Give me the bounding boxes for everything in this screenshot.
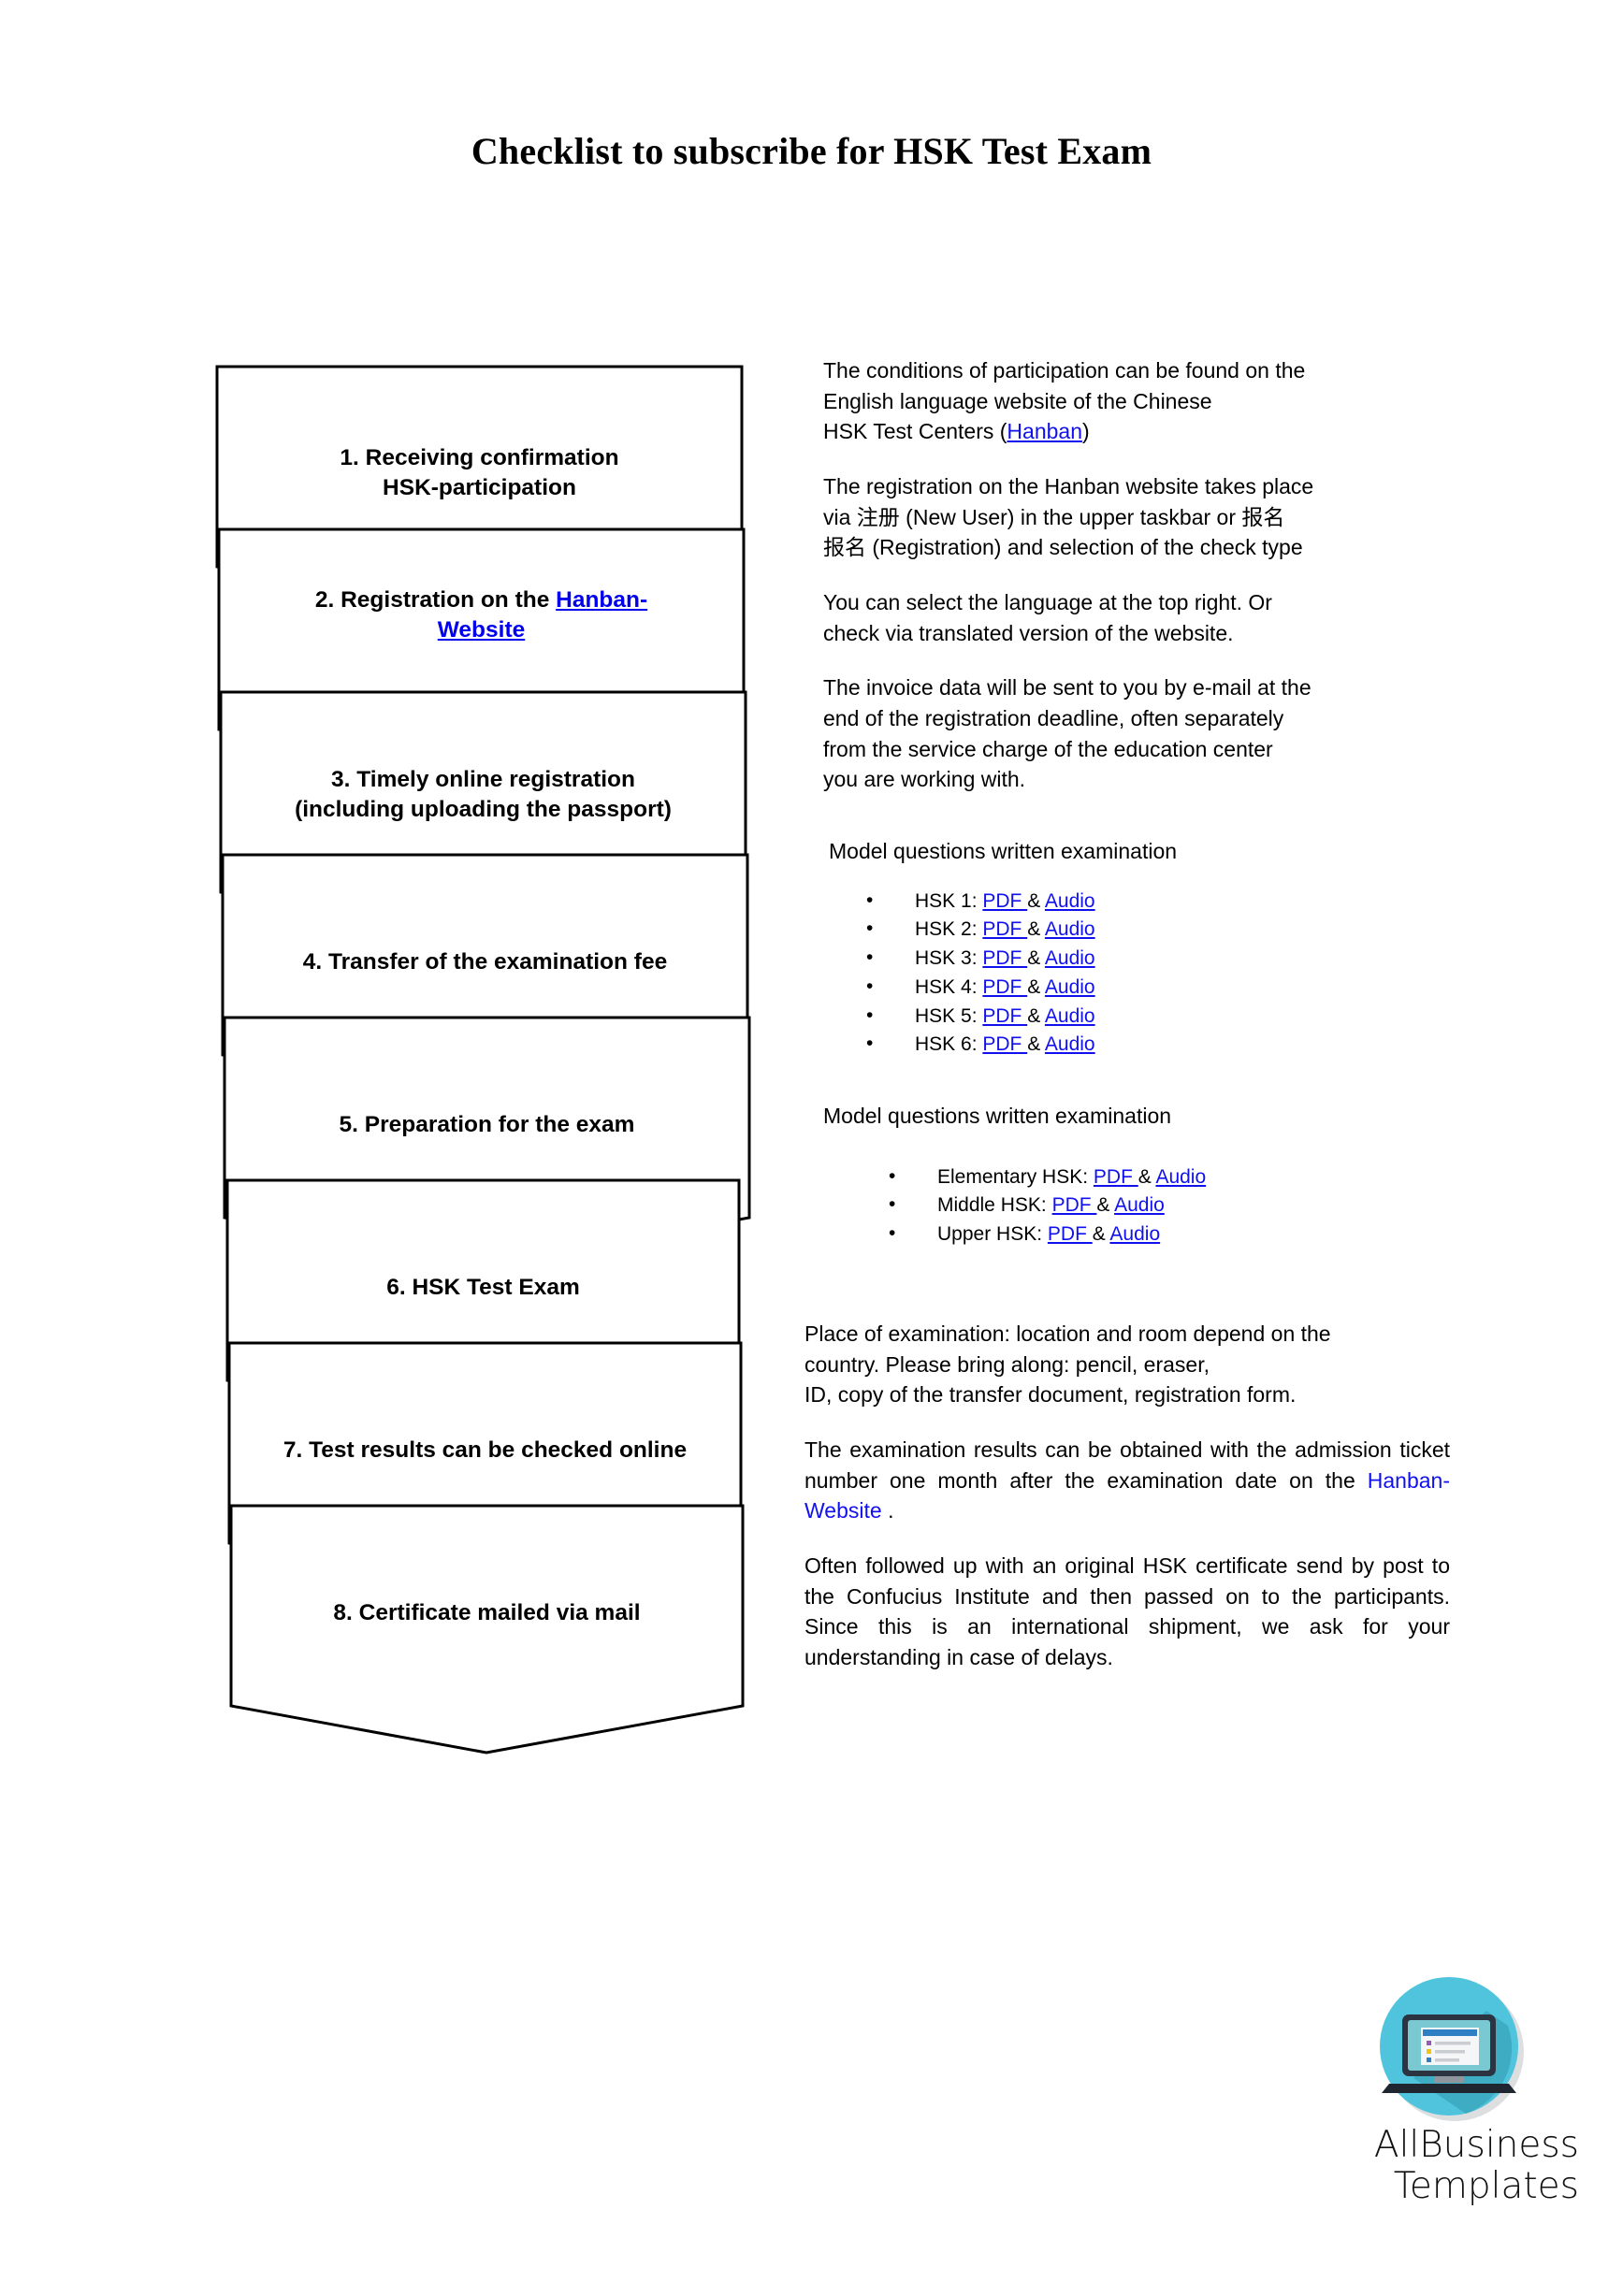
hsk-levels-list: HSK 1: PDF & Audio HSK 2: PDF & Audio HS… [823,887,1450,1061]
paragraph-registration: The registration on the Hanban website t… [823,471,1450,563]
hsk-level-label: HSK 4: [915,975,978,998]
ampersand: & [1096,1194,1115,1217]
paragraph-conditions-l1: The conditions of participation can be f… [823,358,1306,383]
paragraph-invoice-l4: you are working with. [823,767,1026,792]
pdf-link[interactable]: PDF [1094,1166,1138,1188]
paragraph-registration-l1: The registration on the Hanban website t… [823,473,1314,498]
ampersand: & [1138,1165,1156,1188]
hsk-tier-label: Elementary HSK: [937,1165,1089,1188]
ampersand: & [1092,1223,1110,1246]
paragraph-conditions-l3: HSK Test Centers ( [823,419,1007,444]
pdf-link[interactable]: PDF [1048,1223,1093,1245]
logo-wordmark: AllBusiness Templates [1289,2125,1579,2206]
ampersand: & [1027,918,1045,941]
ampersand: & [1027,1004,1045,1027]
paragraph-results: The examination results can be obtained … [804,1435,1450,1526]
audio-link[interactable]: Audio [1155,1166,1206,1188]
pdf-link[interactable]: PDF [982,918,1027,940]
content-column: The conditions of participation can be f… [804,355,1450,1697]
flow-step-8: 8. Certificate mailed via mail [231,1598,743,1628]
allbusiness-templates-logo: AllBusiness Templates [1289,1973,1579,2245]
audio-link[interactable]: Audio [1045,1005,1095,1027]
ampersand: & [1027,889,1045,912]
paragraph-conditions-l2: English language website of the Chinese [823,388,1212,413]
logo-name-line1: AllBusiness [1373,2124,1579,2166]
hanban-link[interactable]: Hanban [1007,419,1082,443]
ampersand: & [1027,947,1045,970]
page-title: Checklist to subscribe for HSK Test Exam [471,130,1152,172]
paragraph-language-l1: You can select the language at the top r… [823,589,1272,614]
hsk-level-label: HSK 6: [915,1033,978,1056]
hsk-tier-label: Upper HSK: [937,1223,1043,1246]
paragraph-invoice-l3: from the service charge of the education… [823,736,1273,761]
paragraph-results-text: The examination results can be obtained … [804,1437,1450,1493]
paragraph-place-l3: ID, copy of the transfer document, regis… [804,1382,1297,1408]
pdf-link[interactable]: PDF [1052,1194,1097,1216]
pdf-link[interactable]: PDF [982,976,1027,998]
list-item: HSK 2: PDF & Audio [823,915,1450,945]
audio-link[interactable]: Audio [1045,976,1095,998]
list-item: HSK 3: PDF & Audio [823,944,1450,974]
pdf-link[interactable]: PDF [982,1005,1027,1027]
paragraph-registration-l3: 报名 (Registration) and selection of the c… [823,535,1303,560]
flow-step-8-line1: 8. Certificate mailed via mail [333,1600,641,1625]
hsk-tier-label: Middle HSK: [937,1194,1047,1217]
audio-link[interactable]: Audio [1045,918,1095,940]
audio-link[interactable]: Audio [1045,890,1095,912]
paragraph-conditions-l3b: ) [1082,419,1090,444]
audio-link[interactable]: Audio [1109,1223,1160,1245]
pdf-link[interactable]: PDF [982,890,1027,912]
paragraph-certificate: Often followed up with an original HSK c… [804,1552,1450,1669]
audio-link[interactable]: Audio [1045,1033,1095,1055]
ampersand: & [1027,1033,1045,1056]
hsk-level-label: HSK 2: [915,918,978,941]
paragraph-registration-l2: via 注册 (New User) in the upper taskbar o… [823,504,1285,529]
paragraph-language: You can select the language at the top r… [823,587,1450,648]
paragraph-invoice: The invoice data will be sent to you by … [823,672,1450,795]
paragraph-place: Place of examination: location and room … [804,1319,1450,1410]
list-item: Elementary HSK: PDF & Audio [823,1162,1450,1192]
hsk-tiers-list: Elementary HSK: PDF & Audio Middle HSK: … [823,1162,1450,1249]
audio-link[interactable]: Audio [1045,947,1095,969]
list-item: HSK 4: PDF & Audio [823,973,1450,1003]
hsk-level-label: HSK 1: [915,889,978,912]
logo-name-line2: Templates [1393,2164,1579,2207]
model-questions-heading-1: Model questions written examination [829,838,1178,863]
paragraph-conditions: The conditions of participation can be f… [823,355,1450,447]
list-item: Middle HSK: PDF & Audio [823,1191,1450,1220]
paragraph-place-l2: country. Please bring along: pencil, era… [804,1351,1210,1377]
audio-link[interactable]: Audio [1114,1194,1165,1216]
model-questions-heading-2: Model questions written examination [823,1104,1172,1129]
paragraph-invoice-l1: The invoice data will be sent to you by … [823,675,1311,700]
flowchart: 1. Receiving confirmation HSK-participat… [201,355,800,1842]
list-item: HSK 1: PDF & Audio [823,887,1450,917]
paragraph-invoice-l2: end of the registration deadline, often … [823,705,1284,730]
laptop-logo-icon [1380,1977,1524,2121]
pdf-link[interactable]: PDF [982,947,1027,969]
paragraph-results-period: . [888,1498,894,1523]
hsk-level-label: HSK 3: [915,947,978,970]
list-item: HSK 5: PDF & Audio [823,1002,1450,1032]
pdf-link[interactable]: PDF [982,1033,1027,1055]
list-item: HSK 6: PDF & Audio [823,1030,1450,1060]
ampersand: & [1027,975,1045,998]
paragraph-place-l1: Place of examination: location and room … [804,1321,1331,1346]
list-item: Upper HSK: PDF & Audio [823,1220,1450,1249]
hsk-level-label: HSK 5: [915,1004,978,1027]
paragraph-language-l2: check via translated version of the webs… [823,620,1234,645]
